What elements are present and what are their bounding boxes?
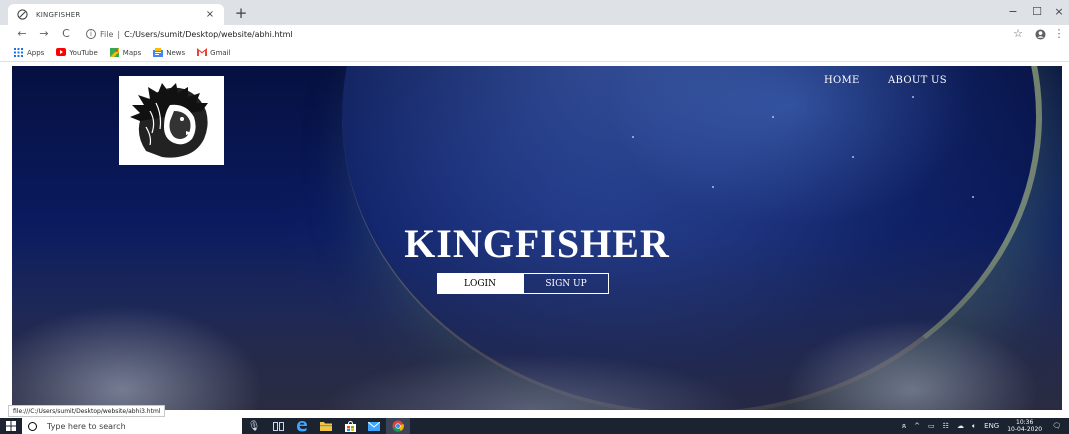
omnibox-separator: | xyxy=(117,29,121,39)
store-icon[interactable] xyxy=(338,418,362,434)
bookmark-star-icon[interactable]: ☆ xyxy=(1011,26,1025,42)
bookmark-gmail[interactable]: Gmail xyxy=(197,48,231,57)
page-viewport: HOME ABOUT US KINGFISHER LOGIN SIGN UP xyxy=(0,62,1069,410)
logo[interactable] xyxy=(119,76,224,165)
browser-toolbar: ← → C i File | C:/Users/sumit/Desktop/we… xyxy=(0,25,1069,44)
hero-section: HOME ABOUT US KINGFISHER LOGIN SIGN UP xyxy=(12,66,1062,410)
taskbar-search-box[interactable]: Type here to search xyxy=(22,418,242,434)
login-button[interactable]: LOGIN xyxy=(437,273,523,294)
browser-tab[interactable]: KINGFISHER × xyxy=(8,4,224,25)
gmail-icon xyxy=(197,48,208,57)
bookmark-apps[interactable]: Apps xyxy=(14,48,44,57)
clock[interactable]: 10:36 10-04-2020 xyxy=(1007,419,1042,433)
tab-close-icon[interactable]: × xyxy=(204,9,216,20)
bookmark-label: YouTube xyxy=(69,48,98,57)
file-explorer-icon[interactable] xyxy=(314,418,338,434)
microphone-icon[interactable]: 🎙︎ xyxy=(242,418,266,434)
star-decoration xyxy=(772,116,774,118)
mail-icon[interactable] xyxy=(362,418,386,434)
news-icon xyxy=(153,48,164,57)
bookmarks-bar: Apps YouTube Maps News Gmail xyxy=(0,44,1069,62)
bookmark-label: Maps xyxy=(122,48,142,57)
nav-about[interactable]: ABOUT US xyxy=(888,75,947,86)
taskbar: Type here to search 🎙︎ ጸ ^ ▭ ☷ ☁ 🔈︎ ENG … xyxy=(0,418,1069,434)
maximize-button[interactable]: ☐ xyxy=(1027,4,1047,20)
network-icon[interactable]: ☷ xyxy=(943,422,949,430)
cortana-icon xyxy=(28,421,37,431)
auth-actions: LOGIN SIGN UP xyxy=(12,273,1062,294)
people-icon[interactable]: ጸ xyxy=(902,422,906,431)
task-view-icon[interactable] xyxy=(266,418,290,434)
start-button[interactable] xyxy=(0,418,22,434)
battery-icon[interactable]: ▭ xyxy=(928,422,935,430)
menu-icon[interactable]: ⋮ xyxy=(1052,26,1066,42)
bookmark-maps[interactable]: Maps xyxy=(109,48,142,57)
nav-home-link[interactable]: HOME xyxy=(824,75,860,86)
volume-icon[interactable]: 🔈︎ xyxy=(972,422,976,431)
star-decoration xyxy=(712,186,714,188)
page-title: KINGFISHER xyxy=(404,221,670,266)
star-decoration xyxy=(912,96,914,98)
star-decoration xyxy=(632,136,634,138)
bookmark-label: News xyxy=(166,48,186,57)
tab-title: KINGFISHER xyxy=(36,10,81,19)
tab-strip: KINGFISHER × + − ☐ × xyxy=(0,0,1069,25)
clock-time: 10:36 xyxy=(1016,419,1034,426)
maps-icon xyxy=(109,48,119,57)
clock-date: 10-04-2020 xyxy=(1007,426,1043,433)
url-text[interactable]: C:/Users/sumit/Desktop/website/abhi.html xyxy=(124,30,293,39)
reload-button[interactable]: C xyxy=(58,26,74,42)
edge-icon[interactable] xyxy=(290,418,314,434)
new-tab-button[interactable]: + xyxy=(232,4,250,22)
forward-button[interactable]: → xyxy=(36,26,52,42)
star-decoration xyxy=(972,196,974,198)
status-bar-url: file:///C:/Users/sumit/Desktop/website/a… xyxy=(8,405,166,417)
close-window-button[interactable]: × xyxy=(1049,4,1069,20)
windows-icon xyxy=(6,421,16,431)
notification-icon[interactable]: 🗨︎ xyxy=(1052,422,1061,430)
address-bar[interactable]: i File | C:/Users/sumit/Desktop/website/… xyxy=(86,26,293,42)
chevron-up-icon[interactable]: ^ xyxy=(914,422,920,430)
back-button[interactable]: ← xyxy=(14,26,30,42)
taskbar-search-placeholder: Type here to search xyxy=(47,421,126,431)
scheme-label: File xyxy=(100,29,114,39)
system-tray: ጸ ^ ▭ ☷ ☁ 🔈︎ ENG 10:36 10-04-2020 🗨︎ xyxy=(902,418,1069,434)
bookmark-label: Apps xyxy=(27,48,45,57)
chrome-icon[interactable] xyxy=(386,418,410,434)
onedrive-icon[interactable]: ☁ xyxy=(957,422,964,430)
bookmark-youtube[interactable]: YouTube xyxy=(56,48,98,57)
nav-about-link[interactable]: ABOUT US xyxy=(888,75,947,86)
bookmark-news[interactable]: News xyxy=(153,48,185,57)
lion-head-icon xyxy=(129,82,208,158)
minimize-button[interactable]: − xyxy=(1003,4,1023,20)
youtube-icon xyxy=(56,48,67,57)
bookmark-label: Gmail xyxy=(210,48,231,57)
globe-icon xyxy=(16,9,28,21)
nav-home[interactable]: HOME xyxy=(824,75,860,86)
signup-button[interactable]: SIGN UP xyxy=(523,273,609,294)
language-indicator[interactable]: ENG xyxy=(984,422,999,430)
apps-grid-icon xyxy=(14,48,23,57)
profile-icon[interactable] xyxy=(1033,26,1047,42)
info-icon[interactable]: i xyxy=(86,29,96,39)
star-decoration xyxy=(852,156,854,158)
